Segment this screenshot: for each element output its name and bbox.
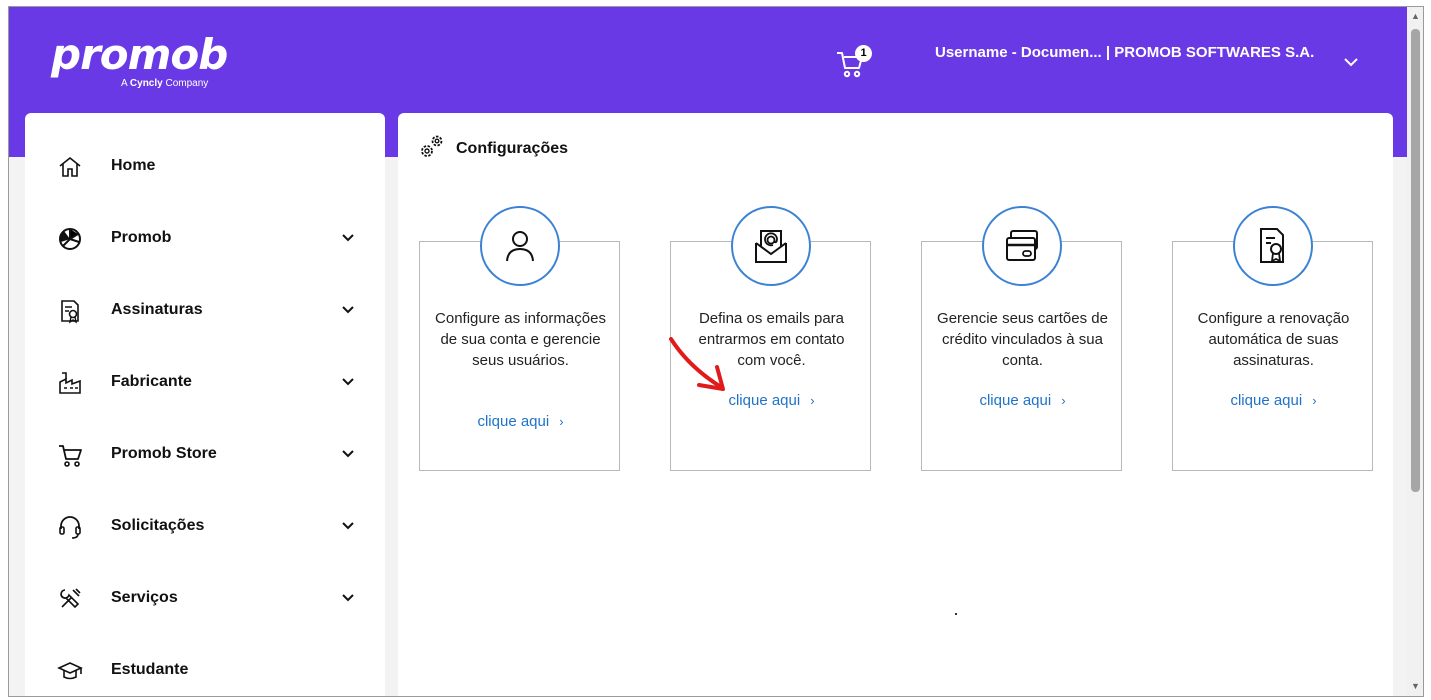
- chevron-down-icon[interactable]: [1341, 55, 1361, 69]
- card-description: Gerencie seus cartões de crédito vincula…: [937, 310, 1108, 369]
- chevron-down-icon[interactable]: [341, 305, 355, 315]
- card-description: Configure as informações de sua conta e …: [435, 310, 606, 369]
- renewal-settings-link[interactable]: clique aqui ›: [1173, 392, 1374, 409]
- chevron-down-icon[interactable]: [341, 593, 355, 603]
- card-icon-circle: [982, 206, 1062, 286]
- sidebar-item-label: Promob Store: [111, 445, 217, 462]
- promob-icon: [59, 228, 81, 250]
- card-icon-circle: [480, 206, 560, 286]
- credit-card-settings-card: Gerencie seus cartões de crédito vincula…: [921, 206, 1123, 471]
- sidebar-nav: Home Promob Assinaturas Fabricante Promo…: [25, 113, 385, 696]
- sidebar-item-fabricante[interactable]: Fabricante: [25, 347, 385, 419]
- account-settings-card: Configure as informações de sua conta e …: [419, 206, 621, 471]
- user-account-label[interactable]: Username - Documen... | PROMOB SOFTWARES…: [935, 43, 1325, 63]
- credit-card-settings-link[interactable]: clique aqui ›: [922, 392, 1123, 409]
- logo-wordmark: promob: [51, 30, 228, 79]
- vertical-scrollbar[interactable]: ▲ ▼: [1407, 7, 1423, 696]
- sidebar-item-label: Promob: [111, 229, 172, 246]
- home-icon: [59, 156, 81, 177]
- card-icon-circle: [731, 206, 811, 286]
- scroll-down-icon[interactable]: ▼: [1411, 681, 1420, 691]
- sidebar-item-label: Home: [111, 157, 156, 174]
- page-title: Configurações: [456, 140, 569, 157]
- sidebar-item-promob-store[interactable]: Promob Store: [25, 419, 385, 491]
- sidebar-item-promob[interactable]: Promob: [25, 203, 385, 275]
- chevron-down-icon[interactable]: [341, 521, 355, 531]
- headset-icon: [59, 516, 81, 539]
- settings-panel: Configurações Configure as informações d…: [398, 113, 1393, 696]
- factory-icon: [59, 372, 81, 394]
- sidebar-item-servicos[interactable]: Serviços: [25, 563, 385, 635]
- cart-button[interactable]: 1: [835, 45, 875, 79]
- promob-logo[interactable]: promob A Cyncly Company: [51, 30, 228, 90]
- renewal-settings-card: Configure a renovação automática de suas…: [1172, 206, 1374, 471]
- chevron-down-icon[interactable]: [341, 233, 355, 243]
- chevron-down-icon[interactable]: [341, 377, 355, 387]
- gears-icon: [421, 135, 443, 157]
- sidebar-item-label: Assinaturas: [111, 301, 203, 318]
- cart-icon: [59, 445, 82, 467]
- logo-tagline: A Cyncly Company: [121, 78, 209, 89]
- sidebar-item-label: Estudante: [111, 661, 189, 678]
- certificate-icon: [61, 300, 79, 324]
- sidebar-item-solicitacoes[interactable]: Solicitações: [25, 491, 385, 563]
- account-settings-link[interactable]: clique aqui ›: [420, 413, 621, 430]
- red-arrow-annotation: [669, 337, 725, 391]
- sidebar-item-label: Serviços: [111, 589, 178, 606]
- stray-dot: [955, 613, 957, 615]
- tools-icon: [60, 588, 81, 609]
- certificate-icon: [1260, 228, 1284, 263]
- credit-card-icon: [1006, 230, 1038, 261]
- chevron-down-icon[interactable]: [341, 449, 355, 459]
- sidebar-item-estudante[interactable]: Estudante: [25, 635, 385, 696]
- card-description: Configure a renovação automática de suas…: [1197, 310, 1350, 369]
- sidebar-item-label: Solicitações: [111, 517, 205, 534]
- sidebar-item-assinaturas[interactable]: Assinaturas: [25, 275, 385, 347]
- sidebar-item-home[interactable]: Home: [25, 131, 385, 203]
- scroll-up-icon[interactable]: ▲: [1411, 11, 1420, 21]
- browser-window: promob A Cyncly Company 1 Username - Doc…: [8, 6, 1424, 697]
- scroll-thumb[interactable]: [1411, 29, 1420, 492]
- graduation-cap-icon: [57, 662, 83, 680]
- card-icon-circle: [1233, 206, 1313, 286]
- sidebar-item-label: Fabricante: [111, 373, 192, 390]
- email-icon: [755, 230, 787, 263]
- cart-count-badge: 1: [855, 45, 872, 62]
- user-icon: [506, 231, 534, 262]
